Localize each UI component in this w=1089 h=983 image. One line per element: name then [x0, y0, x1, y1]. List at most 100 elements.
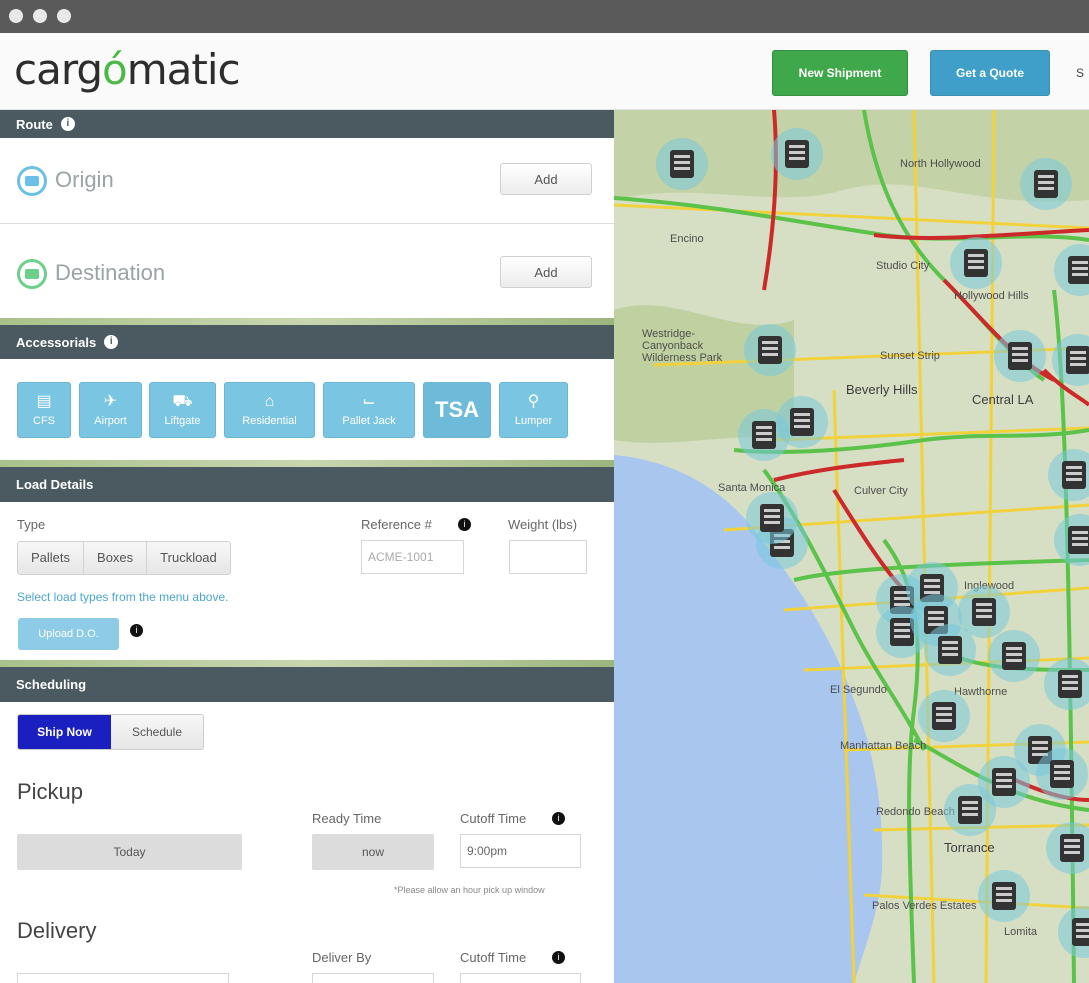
truck-icon — [758, 336, 782, 364]
truck-icon — [964, 249, 988, 277]
truck-icon — [958, 796, 982, 824]
info-icon[interactable]: i — [60, 117, 75, 131]
type-boxes-button[interactable]: Boxes — [84, 542, 148, 574]
delivery-heading: Delivery — [17, 918, 97, 943]
map-label: Studio City — [876, 260, 930, 272]
truck-icon — [1068, 526, 1089, 554]
truck-marker[interactable] — [744, 324, 796, 376]
load-type-selector: Pallets Boxes Truckload — [17, 541, 231, 575]
truck-icon — [972, 598, 996, 626]
truck-icon — [992, 768, 1016, 796]
type-truckload-button[interactable]: Truckload — [147, 542, 230, 574]
pickup-window-note: *Please allow an hour pick up window — [394, 885, 545, 895]
reference-input[interactable]: ACME-1001 — [361, 540, 464, 574]
map-label: Torrance — [944, 840, 995, 855]
truck-marker[interactable] — [988, 630, 1040, 682]
shipment-form-panel: Route i Origin Add Destination Add Acces… — [0, 110, 614, 983]
window-close-dot[interactable] — [9, 9, 23, 23]
truck-icon — [938, 636, 962, 664]
destination-label: Destination — [55, 260, 166, 285]
map-label: Central LA — [972, 392, 1034, 407]
truck-icon — [1002, 642, 1026, 670]
truck-icon — [932, 702, 956, 730]
lumper-icon: ⚲ — [527, 393, 540, 410]
load-details-section-header: Load Details — [0, 467, 614, 502]
truck-icon — [1062, 461, 1086, 489]
truck-marker[interactable] — [776, 396, 828, 448]
deliver-by-input[interactable] — [312, 973, 434, 983]
delivery-date-input[interactable] — [17, 973, 229, 983]
tsa-icon: TSA — [435, 397, 479, 422]
ready-time-button[interactable]: now — [312, 834, 434, 870]
delivery-cutoff-label: Cutoff Time — [460, 950, 527, 965]
truck-marker[interactable] — [1044, 658, 1089, 710]
truck-icon — [790, 408, 814, 436]
schedule-button[interactable]: Schedule — [111, 715, 203, 749]
pickup-date-button[interactable]: Today — [17, 834, 242, 870]
ship-mode-toggle: Ship Now Schedule — [17, 714, 204, 750]
truck-marker[interactable] — [950, 237, 1002, 289]
truck-marker[interactable] — [1036, 748, 1088, 800]
truck-marker[interactable] — [978, 870, 1030, 922]
info-icon[interactable]: i — [130, 624, 143, 637]
window-maximize-dot[interactable] — [57, 9, 71, 23]
origin-label: Origin — [55, 167, 114, 192]
scheduling-section-header: Scheduling — [0, 667, 614, 702]
truck-marker[interactable] — [918, 690, 970, 742]
origin-add-button[interactable]: Add — [500, 163, 592, 195]
info-icon[interactable]: i — [458, 518, 471, 531]
app-header: cargómatic New Shipment Get a Quote S — [0, 33, 1089, 110]
map-label: Sunset Strip — [880, 350, 940, 362]
truck-marker[interactable] — [924, 624, 976, 676]
accessorial-pallet-jack-button[interactable]: ⌙ Pallet Jack — [323, 382, 415, 438]
info-icon[interactable]: i — [104, 335, 119, 349]
truck-icon — [1060, 834, 1084, 862]
truck-marker[interactable] — [994, 330, 1046, 382]
window-titlebar — [0, 0, 1089, 33]
delivery-cutoff-input[interactable] — [460, 973, 581, 983]
accessorial-cfs-button[interactable]: ▤ CFS — [17, 382, 71, 438]
scheduling-title: Scheduling — [16, 677, 87, 692]
truck-icon — [1072, 918, 1089, 946]
map-label: Manhattan Beach — [840, 740, 927, 752]
accessorial-liftgate-button[interactable]: ⛟ Liftgate — [149, 382, 216, 438]
upload-do-button[interactable]: Upload D.O. — [18, 618, 119, 650]
destination-add-button[interactable]: Add — [500, 256, 592, 288]
accessorial-airport-button[interactable]: ✈ Airport — [79, 382, 142, 438]
accessorials-row: ▤ CFS ✈ Airport ⛟ Liftgate ⌂ Residential ⌙ Pa… — [0, 360, 614, 462]
accessorial-tsa-button[interactable]: TSA — [423, 382, 491, 438]
truck-icon — [670, 150, 694, 178]
house-icon: ⌂ — [264, 393, 275, 410]
cargomatic-logo[interactable]: cargómatic — [14, 45, 241, 95]
weight-label: Weight (lbs) — [508, 517, 578, 532]
header-cut-link[interactable]: S — [1076, 66, 1084, 80]
new-shipment-button[interactable]: New Shipment — [772, 50, 908, 96]
load-details-title: Load Details — [16, 477, 94, 492]
truck-marker[interactable] — [1046, 822, 1089, 874]
cutoff-time-input[interactable]: 9:00pm — [460, 834, 581, 868]
accessorial-lumper-button[interactable]: ⚲ Lumper — [499, 382, 568, 438]
load-type-hint: Select load types from the menu above. — [17, 590, 229, 604]
window-minimize-dot[interactable] — [33, 9, 47, 23]
pickup-heading: Pickup — [17, 779, 84, 804]
ship-now-button[interactable]: Ship Now — [18, 715, 111, 749]
truck-icon — [1058, 670, 1082, 698]
type-pallets-button[interactable]: Pallets — [18, 542, 85, 574]
info-icon[interactable]: i — [552, 951, 565, 964]
truck-marker[interactable] — [771, 128, 823, 180]
cutoff-time-label: Cutoff Time — [460, 811, 527, 826]
traffic-map[interactable]: North Hollywood Encino Studio City Bever… — [614, 110, 1089, 983]
get-quote-button[interactable]: Get a Quote — [930, 50, 1050, 96]
divider — [0, 223, 614, 224]
truck-marker[interactable] — [746, 492, 798, 544]
map-label: Westridge-Canyonback Wilderness Park — [642, 328, 723, 364]
info-icon[interactable]: i — [552, 812, 565, 825]
accessorial-residential-button[interactable]: ⌂ Residential — [224, 382, 315, 438]
truck-icon — [785, 140, 809, 168]
destination-row[interactable]: Destination Add — [0, 232, 614, 316]
origin-row[interactable]: Origin Add — [0, 139, 614, 223]
truck-marker[interactable] — [944, 784, 996, 836]
truck-marker[interactable] — [656, 138, 708, 190]
weight-input[interactable] — [509, 540, 587, 574]
truck-marker[interactable] — [1020, 158, 1072, 210]
